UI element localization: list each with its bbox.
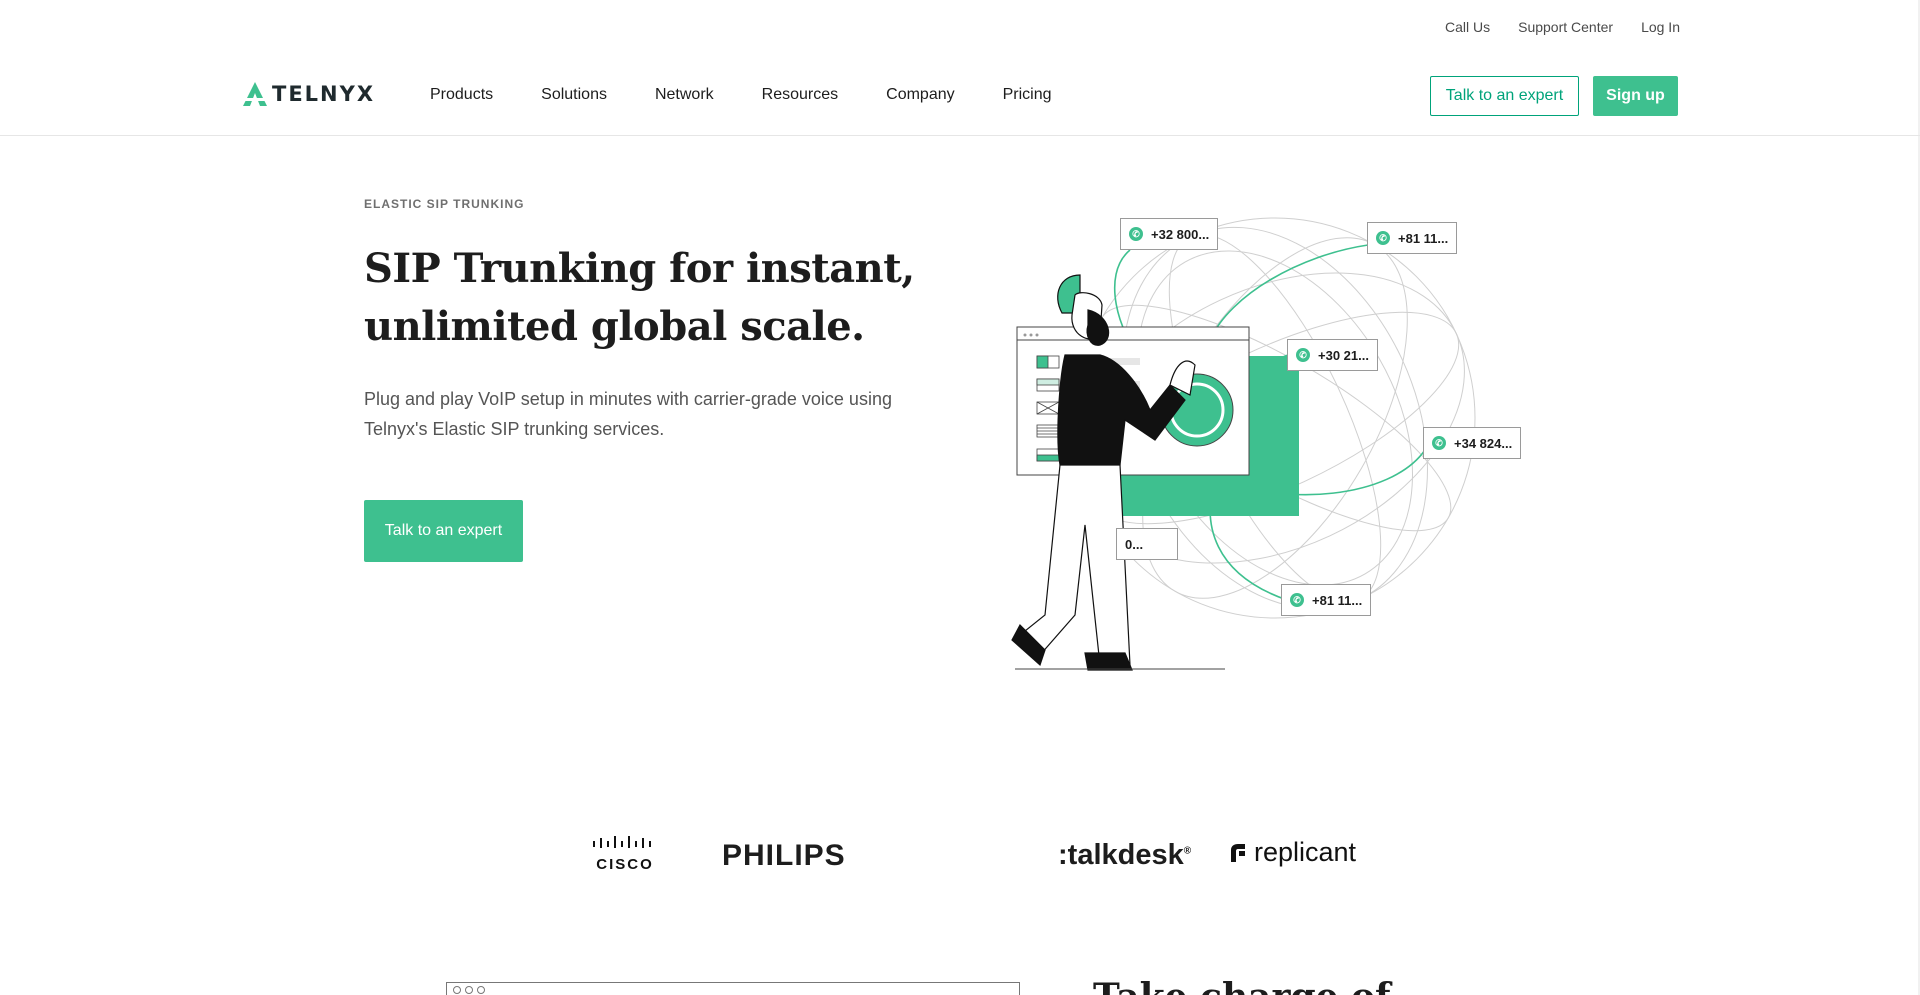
- phone-icon: ✆: [1296, 348, 1310, 362]
- window-dot-icon: [453, 986, 461, 994]
- phone-icon: ✆: [1432, 436, 1446, 450]
- nav-resources[interactable]: Resources: [762, 86, 838, 104]
- nav-pricing[interactable]: Pricing: [1003, 86, 1052, 104]
- customer-logos: CISCO PHILIPS :talkdesk® replicant: [0, 835, 1920, 875]
- window-dot-icon: [477, 986, 485, 994]
- main-header: TELNYX Products Solutions Network Resour…: [0, 68, 1920, 136]
- replicant-logo: replicant: [1228, 837, 1356, 868]
- hero-talk-to-expert-button[interactable]: Talk to an expert: [364, 500, 523, 562]
- philips-logo: PHILIPS: [722, 839, 846, 872]
- hero-subtitle: Plug and play VoIP setup in minutes with…: [364, 384, 924, 444]
- hero-subtitle-line-1: Plug and play VoIP setup in minutes with…: [364, 389, 892, 409]
- primary-nav: Products Solutions Network Resources Com…: [430, 86, 1052, 104]
- telnyx-logo[interactable]: TELNYX: [240, 80, 375, 108]
- phone-tag-3: ✆ +30 21...: [1287, 339, 1378, 371]
- utility-nav: Call Us Support Center Log In: [1445, 19, 1680, 35]
- hero-title-line-1: SIP Trunking for instant,: [364, 245, 915, 292]
- hero-illustration: ✆ +32 800... ✆ +81 11... ✆ +30 21... ✆ +…: [1000, 195, 1540, 675]
- phone-icon: ✆: [1129, 227, 1143, 241]
- replicant-mark-icon: [1231, 843, 1245, 862]
- nav-network[interactable]: Network: [655, 86, 714, 104]
- hero-title-line-2: unlimited global scale.: [364, 303, 865, 350]
- nav-company[interactable]: Company: [886, 86, 954, 104]
- hero-subtitle-line-2: Telnyx's Elastic SIP trunking services.: [364, 419, 665, 439]
- phone-tag-2: ✆ +81 11...: [1367, 222, 1458, 254]
- browser-mockup: [446, 982, 1020, 995]
- call-us-link[interactable]: Call Us: [1445, 19, 1490, 35]
- hero-eyebrow: ELASTIC SIP TRUNKING: [364, 197, 525, 211]
- hero-title: SIP Trunking for instant, unlimited glob…: [364, 240, 924, 356]
- talkdesk-logo: :talkdesk®: [1058, 839, 1192, 871]
- phone-tag-5: 0...: [1116, 528, 1178, 560]
- phone-tag-1: ✆ +32 800...: [1120, 218, 1219, 250]
- sign-up-button[interactable]: Sign up: [1593, 76, 1678, 116]
- nav-products[interactable]: Products: [430, 86, 493, 104]
- nav-solutions[interactable]: Solutions: [541, 86, 607, 104]
- cisco-logo: CISCO: [592, 835, 658, 873]
- talk-to-expert-button[interactable]: Talk to an expert: [1430, 76, 1579, 116]
- phone-icon: ✆: [1290, 593, 1304, 607]
- log-in-link[interactable]: Log In: [1641, 19, 1680, 35]
- phone-tag-4: ✆ +34 824...: [1423, 427, 1522, 459]
- cisco-wordmark: CISCO: [596, 856, 654, 873]
- support-center-link[interactable]: Support Center: [1518, 19, 1613, 35]
- next-section-title: Take charge of: [1093, 976, 1391, 995]
- phone-icon: ✆: [1376, 231, 1390, 245]
- telnyx-logo-icon: [243, 82, 267, 106]
- logo-wordmark: TELNYX: [272, 82, 376, 106]
- cisco-bars-icon: [593, 836, 651, 848]
- phone-tag-6: ✆ +81 11...: [1281, 584, 1372, 616]
- window-dot-icon: [465, 986, 473, 994]
